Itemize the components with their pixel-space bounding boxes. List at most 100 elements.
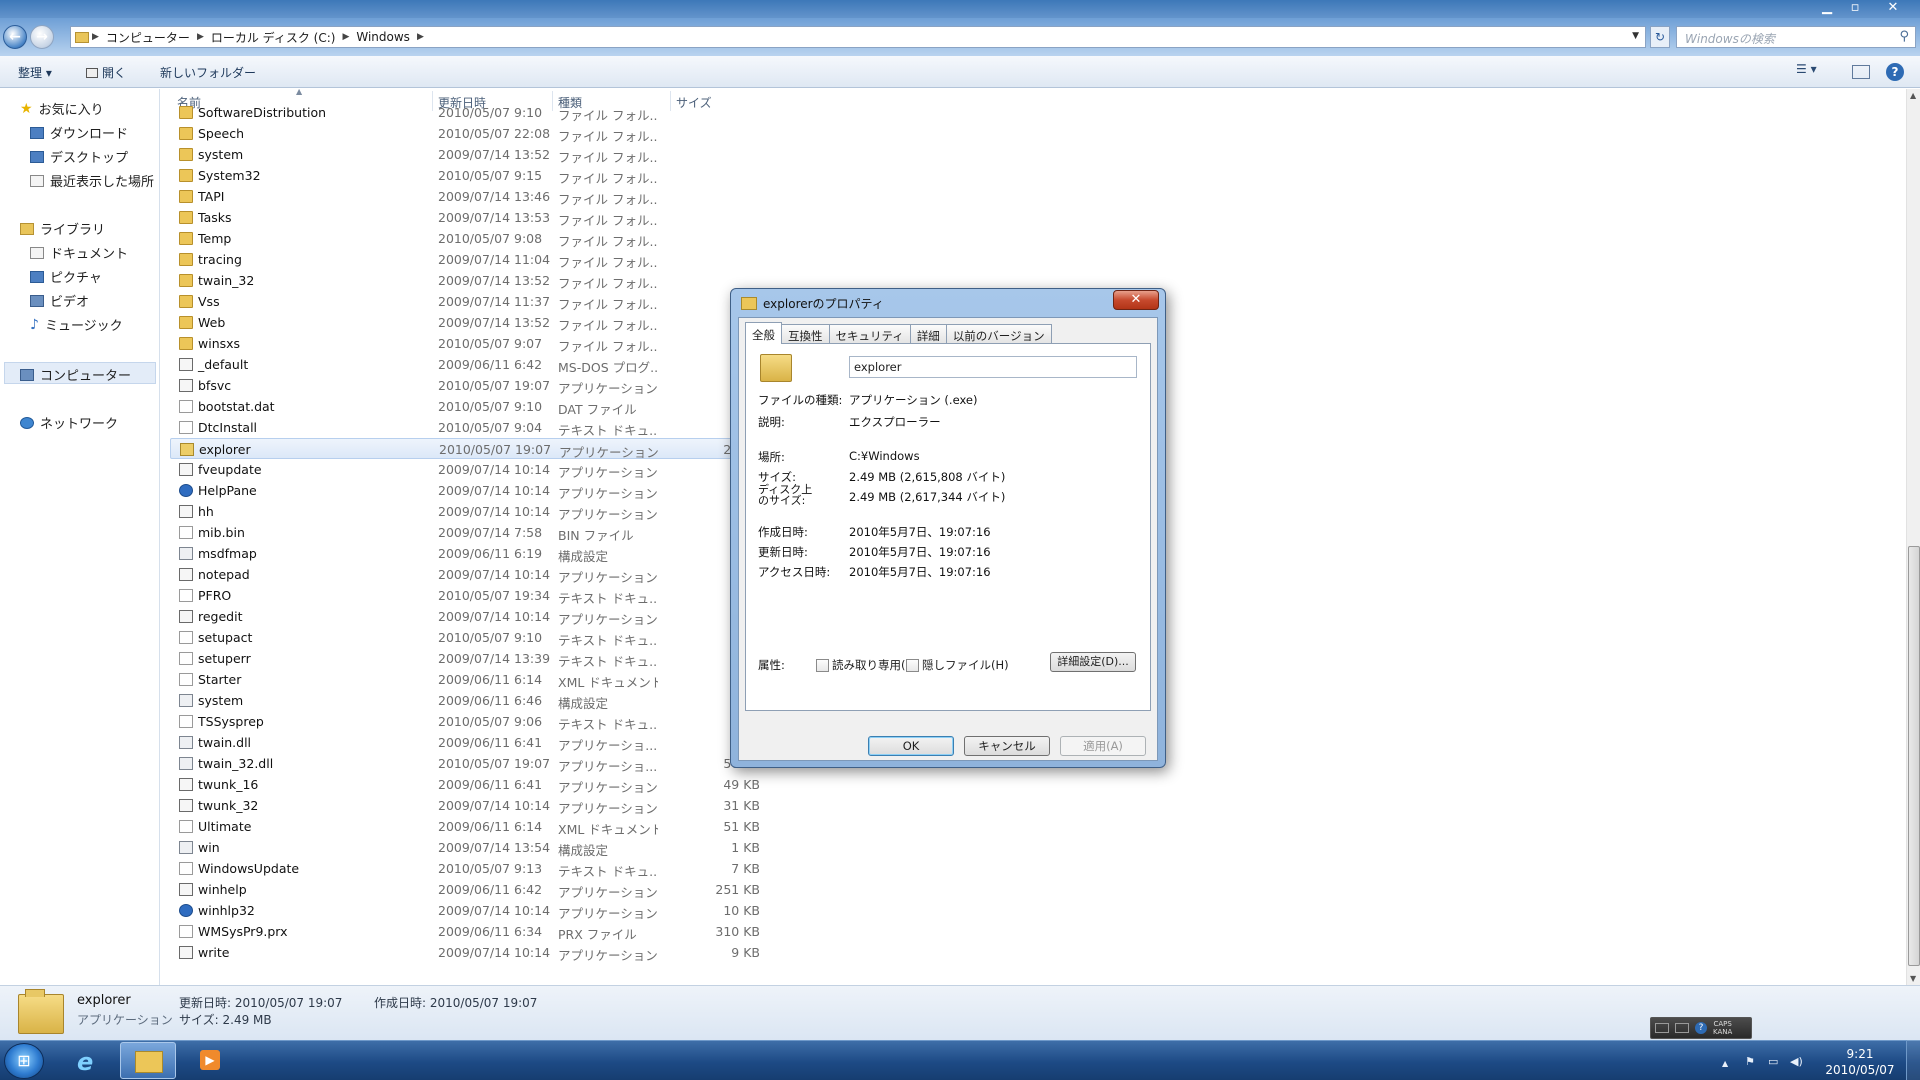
advanced-button[interactable]: 詳細設定(D)...	[1050, 652, 1136, 672]
back-button[interactable]: ←	[3, 25, 27, 49]
file-row[interactable]: TAPI 2009/07/14 13:46 ファイル フォル...	[170, 186, 760, 207]
ok-button[interactable]: OK	[868, 736, 954, 756]
scroll-down-arrow-icon[interactable]: ▼	[1910, 974, 1916, 983]
file-row[interactable]: write 2009/07/14 10:14 アプリケーション 9 KB	[170, 942, 760, 963]
file-row[interactable]: bfsvc2010/05/07 19:07アプリケーション64	[170, 375, 760, 396]
file-row[interactable]: system 2009/07/14 13:52 ファイル フォル...	[170, 144, 760, 165]
nav-favorites[interactable]: ★ お気に入り	[20, 99, 104, 119]
network-status-icon[interactable]: ▭	[1768, 1055, 1778, 1068]
tab-previous-versions[interactable]: 以前のバージョン	[945, 324, 1052, 344]
apply-button[interactable]: 適用(A)	[1060, 736, 1146, 756]
open-button[interactable]: 開く	[86, 64, 126, 81]
help-icon[interactable]: ?	[1695, 1022, 1707, 1034]
file-row[interactable]: fveupdate2009/07/14 10:14アプリケーション14	[170, 459, 760, 480]
file-row[interactable]: win 2009/07/14 13:54 構成設定 1 KB	[170, 837, 760, 858]
file-row[interactable]: SoftwareDistribution 2010/05/07 9:10 ファイル …	[170, 102, 760, 123]
taskbar-internet-explorer[interactable]: e	[60, 1042, 116, 1079]
nav-pictures[interactable]: ピクチャ	[30, 267, 102, 286]
language-bar[interactable]: ? CAPS KANA	[1650, 1017, 1752, 1039]
file-row[interactable]: System32 2010/05/07 9:15 ファイル フォル...	[170, 165, 760, 186]
address-bar[interactable]: ▶ コンピューター ▶ ローカル ディスク (C:) ▶ Windows ▶ ▼	[70, 26, 1646, 48]
nav-computer[interactable]: コンピューター	[20, 365, 131, 384]
show-desktop-button[interactable]	[1906, 1040, 1920, 1080]
taskbar-media-player[interactable]: ▶	[182, 1042, 238, 1079]
chevron-right-icon[interactable]: ▶	[92, 32, 99, 42]
close-window-button[interactable]: ✕	[1870, 0, 1916, 18]
file-row[interactable]: Vss 2009/07/14 11:37 ファイル フォル...	[170, 291, 760, 312]
file-row[interactable]: TSSysprep2010/05/07 9:06テキスト ドキュ...2	[170, 711, 760, 732]
file-row[interactable]: twunk_16 2009/06/11 6:41 アプリケーション 49 KB	[170, 774, 760, 795]
forward-button[interactable]: →	[30, 25, 54, 49]
file-row[interactable]: twain_32 2009/07/14 13:52 ファイル フォル...	[170, 270, 760, 291]
file-name-field[interactable]: explorer	[849, 356, 1137, 378]
input-mode-icon[interactable]	[1675, 1023, 1689, 1033]
file-row[interactable]: winsxs 2010/05/07 9:07 ファイル フォル...	[170, 333, 760, 354]
scrollbar-thumb[interactable]	[1908, 546, 1920, 966]
file-row[interactable]: tracing 2009/07/14 11:04 ファイル フォル...	[170, 249, 760, 270]
breadcrumb-computer[interactable]: コンピューター	[99, 29, 197, 46]
tab-security[interactable]: セキュリティ	[828, 324, 911, 344]
file-row[interactable]: setuperr2009/07/14 13:39テキスト ドキュ...0	[170, 648, 760, 669]
nav-desktop[interactable]: デスクトップ	[30, 147, 128, 166]
file-row[interactable]: twain_32.dll2010/05/07 19:07アプリケーショ...50…	[170, 753, 760, 774]
chevron-down-icon[interactable]: ▼	[1632, 31, 1639, 41]
maximize-button[interactable]: ▫	[1842, 0, 1868, 18]
file-row[interactable]: explorer2010/05/07 19:07アプリケーション2,555	[170, 438, 760, 460]
file-row[interactable]: Temp 2010/05/07 9:08 ファイル フォル...	[170, 228, 760, 249]
change-view-icon[interactable]: ☰ ▾	[1796, 62, 1817, 82]
tab-compatibility[interactable]: 互換性	[781, 324, 830, 344]
file-row[interactable]: winhelp 2009/06/11 6:42 アプリケーション 251 KB	[170, 879, 760, 900]
tab-general[interactable]: 全般	[745, 322, 782, 344]
file-row[interactable]: WindowsUpdate 2010/05/07 9:13 テキスト ドキュ... 7…	[170, 858, 760, 879]
file-row[interactable]: _default2009/06/11 6:42MS-DOS プログ...1	[170, 354, 760, 375]
organize-button[interactable]: 整理 ▾	[18, 64, 52, 81]
file-row[interactable]: Ultimate 2009/06/11 6:14 XML ドキュメント 51 KB	[170, 816, 760, 837]
search-icon[interactable]: ⚲	[1899, 29, 1909, 44]
file-row[interactable]: PFRO2010/05/07 19:34テキスト ドキュ...6	[170, 585, 760, 606]
file-row[interactable]: Tasks 2009/07/14 13:53 ファイル フォル...	[170, 207, 760, 228]
file-row[interactable]: winhlp32 2009/07/14 10:14 アプリケーション 10 KB	[170, 900, 760, 921]
file-row[interactable]: HelpPane2009/07/14 10:14アプリケーション486	[170, 480, 760, 501]
hidden-checkbox[interactable]: 隠しファイル(H)	[906, 657, 1009, 673]
nav-downloads[interactable]: ダウンロード	[30, 123, 128, 142]
file-row[interactable]: setupact2010/05/07 9:10テキスト ドキュ...21	[170, 627, 760, 648]
file-row[interactable]: mib.bin2009/07/14 7:58BIN ファイル43	[170, 522, 760, 543]
action-center-flag-icon[interactable]: ⚑	[1745, 1055, 1755, 1068]
chevron-right-icon[interactable]: ▶	[197, 32, 204, 42]
vertical-scrollbar[interactable]: ▲ ▼	[1906, 89, 1920, 985]
nav-videos[interactable]: ビデオ	[30, 291, 89, 310]
help-icon[interactable]: ?	[1886, 63, 1904, 81]
file-row[interactable]: hh2009/07/14 10:14アプリケーション15	[170, 501, 760, 522]
tab-details[interactable]: 詳細	[909, 324, 947, 344]
nav-libraries[interactable]: ライブラリ	[20, 219, 105, 238]
scroll-up-arrow-icon[interactable]: ▲	[1910, 91, 1916, 100]
chevron-right-icon[interactable]: ▶	[417, 32, 424, 42]
nav-documents[interactable]: ドキュメント	[30, 243, 128, 262]
file-row[interactable]: WMSysPr9.prx 2009/06/11 6:34 PRX ファイル 310 K…	[170, 921, 760, 942]
keyboard-icon[interactable]	[1655, 1023, 1669, 1033]
volume-icon[interactable]: ◀)	[1790, 1055, 1803, 1068]
breadcrumb-windows[interactable]: Windows	[349, 30, 417, 44]
preview-pane-icon[interactable]	[1852, 65, 1870, 79]
checkbox-box[interactable]	[816, 658, 829, 672]
breadcrumb-local-disk[interactable]: ローカル ディスク (C:)	[204, 29, 343, 46]
nav-recent-places[interactable]: 最近表示した場所	[30, 171, 154, 190]
file-row[interactable]: twain.dll2009/06/11 6:41アプリケーショ...93	[170, 732, 760, 753]
file-row[interactable]: Web 2009/07/14 13:52 ファイル フォル...	[170, 312, 760, 333]
show-hidden-icons-icon[interactable]: ▲	[1722, 1059, 1728, 1068]
readonly-checkbox[interactable]: 読み取り専用(R)	[816, 657, 918, 673]
search-input[interactable]: Windowsの検索 ⚲	[1676, 26, 1916, 48]
file-row[interactable]: bootstat.dat2010/05/07 9:10DAT ファイル66	[170, 396, 760, 417]
nav-music[interactable]: ♪ ミュージック	[30, 315, 123, 335]
file-row[interactable]: system2009/06/11 6:46構成設定1	[170, 690, 760, 711]
new-folder-button[interactable]: 新しいフォルダー	[160, 64, 256, 81]
file-row[interactable]: Starter2009/06/11 6:14XML ドキュメント48	[170, 669, 760, 690]
file-row[interactable]: regedit2009/07/14 10:14アプリケーション389	[170, 606, 760, 627]
chevron-right-icon[interactable]: ▶	[342, 32, 349, 42]
file-row[interactable]: msdfmap2009/06/11 6:19構成設定2	[170, 543, 760, 564]
file-row[interactable]: Speech 2010/05/07 22:08 ファイル フォル...	[170, 123, 760, 144]
start-button[interactable]: ⊞	[4, 1043, 44, 1079]
system-clock[interactable]: 9:21 2010/05/07	[1818, 1046, 1902, 1078]
dialog-close-button[interactable]: ✕	[1113, 290, 1159, 310]
checkbox-box[interactable]	[906, 658, 919, 672]
